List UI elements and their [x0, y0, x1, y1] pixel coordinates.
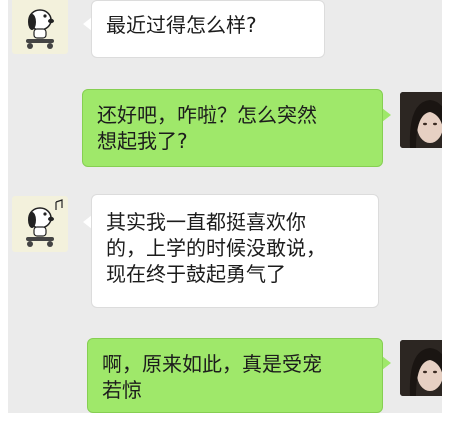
message-line: 啊，原来如此，真是受宠: [102, 352, 322, 376]
friend-avatar[interactable]: [12, 0, 68, 54]
my-avatar[interactable]: [400, 340, 442, 396]
outgoing-message-bubble[interactable]: 还好吧，咋啦？怎么突然 想起我了?: [82, 89, 383, 167]
incoming-message-bubble[interactable]: 其实我一直都挺喜欢你 的，上学的时候没敢说， 现在终于鼓起勇气了: [91, 194, 379, 308]
outgoing-message-bubble[interactable]: 啊，原来如此，真是受宠 若惊: [87, 338, 383, 413]
chat-area[interactable]: 最近过得怎么样? 还好吧，咋啦？怎么突然 想起我了? 其实我一直都挺喜欢你 的，…: [8, 0, 442, 413]
message-line: 还好吧，咋啦？怎么突然: [97, 103, 317, 127]
snoopy-avatar-icon: [26, 9, 54, 49]
message-line: 其实我一直都挺喜欢你: [106, 210, 306, 234]
user-photo-avatar-icon: [400, 340, 442, 396]
message-line: 最近过得怎么样?: [106, 13, 257, 37]
incoming-message-bubble[interactable]: 最近过得怎么样?: [91, 0, 325, 58]
message-line: 想起我了?: [97, 129, 188, 153]
outgoing-bubble-tail: [382, 356, 391, 370]
friend-avatar[interactable]: [12, 196, 68, 252]
message-line: 的，上学的时候没敢说，: [106, 236, 326, 260]
user-photo-avatar-icon: [400, 92, 442, 148]
my-avatar[interactable]: [400, 92, 442, 148]
outgoing-bubble-tail: [382, 108, 391, 122]
snoopy-avatar-icon: [26, 199, 63, 247]
message-line: 现在终于鼓起勇气了: [106, 262, 286, 286]
message-line: 若惊: [102, 378, 142, 402]
